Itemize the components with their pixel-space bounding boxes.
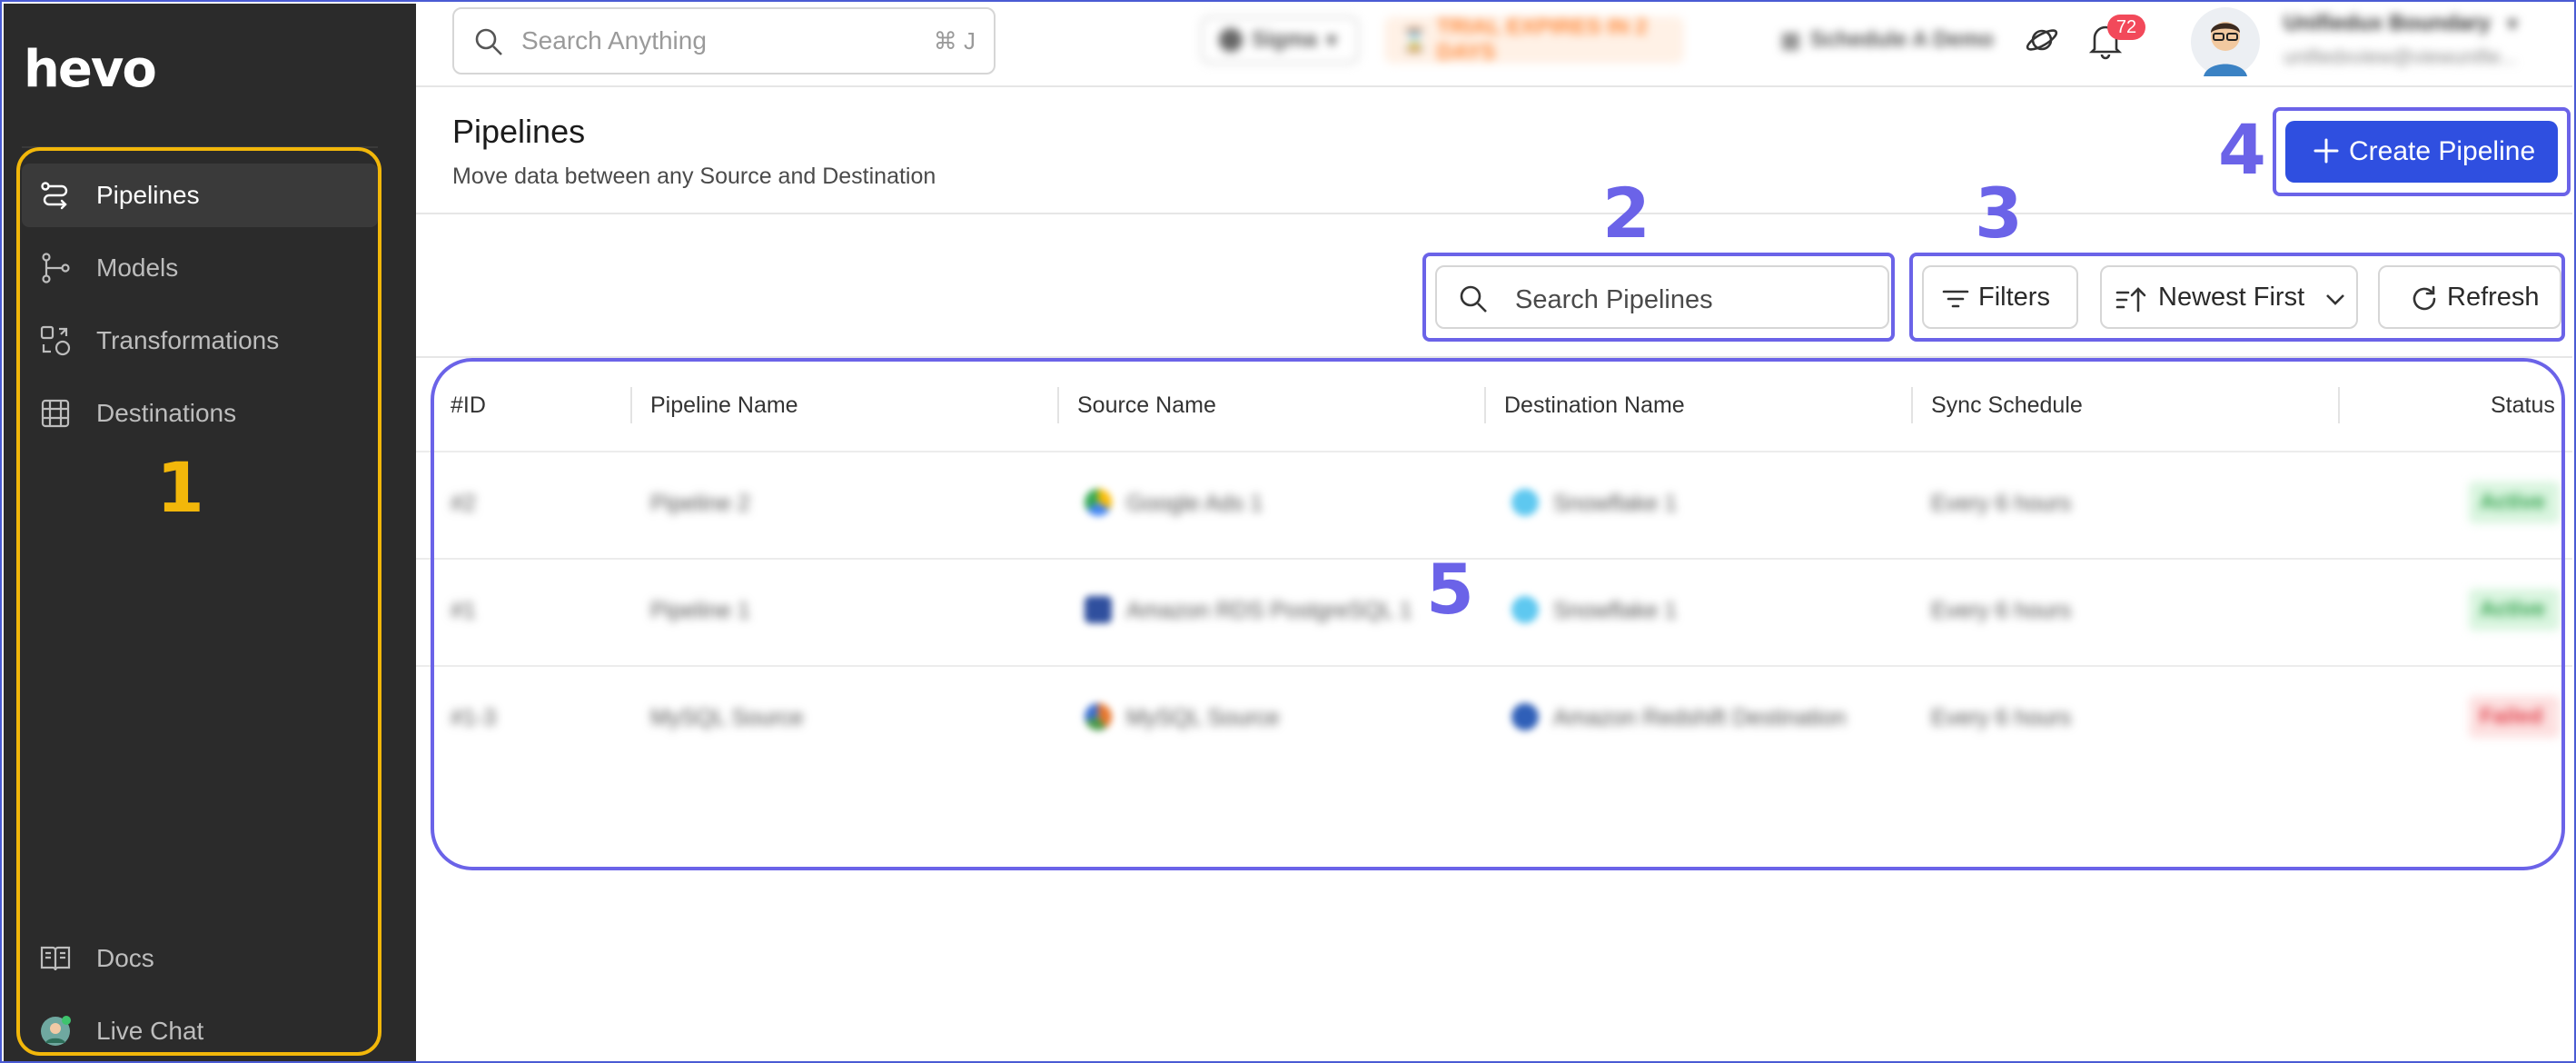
- planet-icon[interactable]: [2024, 22, 2060, 63]
- page-title: Pipelines: [452, 113, 586, 150]
- app-frame: hevo Pipelines Models Transformations De…: [0, 0, 2576, 1063]
- schedule-demo-label: Schedule A Demo: [1809, 27, 1994, 52]
- annotation-box-filters: [1909, 253, 2565, 342]
- workspace-icon: [1219, 28, 1243, 52]
- calendar-icon: ▦: [1780, 27, 1801, 53]
- annotation-number-4: 4: [2218, 109, 2266, 190]
- annotation-box-sidebar: [16, 147, 381, 1056]
- annotation-box-search: [1422, 253, 1895, 342]
- annotation-number-3: 3: [1975, 173, 2023, 253]
- hevo-logo[interactable]: hevo: [24, 40, 157, 99]
- chevron-down-icon: ▾: [1326, 27, 1338, 53]
- avatar[interactable]: [2189, 5, 2262, 83]
- annotation-number-1: 1: [156, 447, 204, 528]
- hourglass-icon: ⌛: [1401, 27, 1428, 53]
- schedule-demo-button[interactable]: ▦ Schedule A Demo: [1764, 16, 2011, 64]
- annotation-number-2: 2: [1602, 173, 1650, 253]
- notification-badge: 72: [2107, 15, 2145, 40]
- page-subtitle: Move data between any Source and Destina…: [452, 164, 936, 189]
- trial-notice-text: TRIAL EXPIRES IN 2 DAYS: [1436, 15, 1648, 65]
- user-email: unifiedxview@viewunifie...: [2284, 45, 2518, 68]
- global-search-input[interactable]: Search Anything ⌘ J: [452, 7, 996, 75]
- header-divider: [416, 213, 2572, 214]
- annotation-box-create: [2273, 107, 2571, 196]
- user-name[interactable]: Unifiedux Boundary: [2284, 11, 2491, 36]
- search-shortcut: ⌘ J: [933, 26, 976, 55]
- global-search-placeholder: Search Anything: [521, 26, 707, 55]
- annotation-box-table: [431, 358, 2565, 870]
- trial-notice[interactable]: ⌛ TRIAL EXPIRES IN 2 DAYS: [1384, 15, 1684, 65]
- workspace-name: Sigma: [1252, 27, 1318, 52]
- workspace-selector[interactable]: Sigma ▾: [1201, 16, 1359, 64]
- chevron-down-icon[interactable]: ▾: [2507, 11, 2518, 37]
- topbar: Search Anything ⌘ J Sigma ▾ ⌛ TRIAL EXPI…: [416, 4, 2572, 87]
- search-icon: [472, 25, 505, 63]
- annotation-number-5: 5: [1426, 549, 1474, 630]
